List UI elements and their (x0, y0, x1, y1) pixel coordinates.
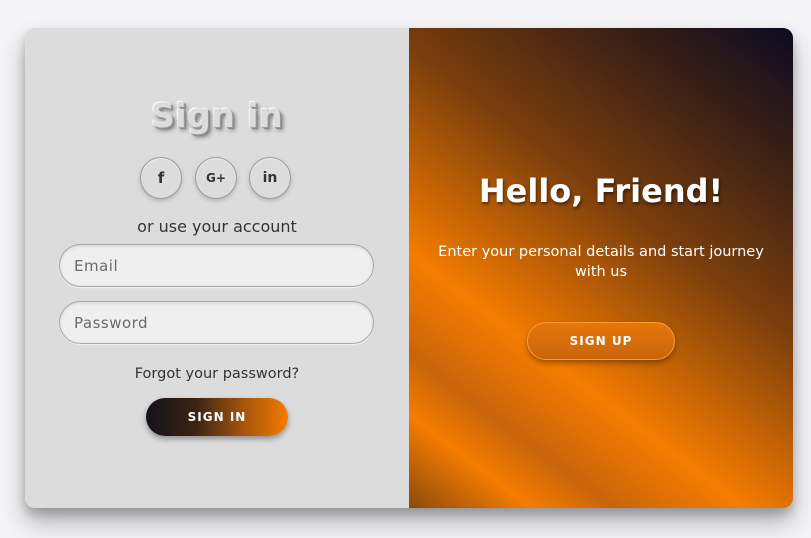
auth-card: Sign in f G+ in or use your account Forg… (25, 28, 793, 508)
google-plus-button[interactable]: G+ (195, 157, 237, 199)
email-field[interactable] (59, 244, 374, 287)
sign-up-button[interactable]: SIGN UP (527, 322, 675, 360)
use-account-text: or use your account (137, 217, 297, 236)
sign-in-panel: Sign in f G+ in or use your account Forg… (25, 28, 409, 508)
overlay-panel: Hello, Friend! Enter your personal detai… (409, 28, 793, 508)
social-buttons: f G+ in (140, 157, 295, 201)
linkedin-button[interactable]: in (249, 157, 291, 199)
forgot-password-link[interactable]: Forgot your password? (25, 366, 409, 382)
sign-in-button[interactable]: SIGN IN (146, 398, 288, 436)
linkedin-icon: in (262, 170, 278, 186)
facebook-button[interactable]: f (140, 157, 182, 199)
google-plus-icon: G+ (206, 171, 226, 185)
facebook-icon: f (157, 169, 165, 187)
password-field[interactable] (59, 301, 374, 344)
sign-in-title: Sign in (151, 96, 283, 135)
hello-title: Hello, Friend! (478, 172, 724, 210)
overlay-description: Enter your personal details and start jo… (438, 244, 764, 280)
